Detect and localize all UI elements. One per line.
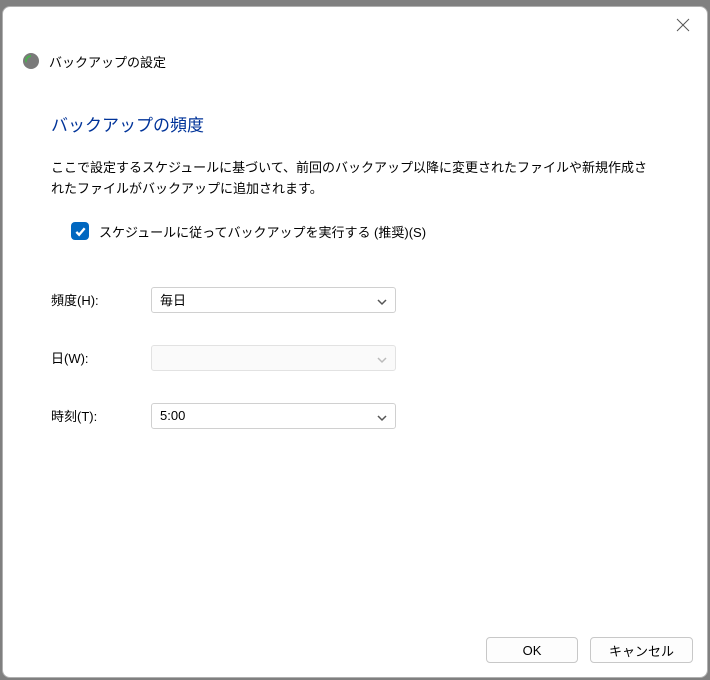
chevron-down-icon	[377, 411, 387, 421]
ok-button-label: OK	[523, 643, 542, 658]
backup-icon	[21, 51, 41, 71]
day-dropdown	[151, 345, 396, 371]
header: バックアップの設定	[3, 43, 707, 89]
time-dropdown[interactable]: 5:00	[151, 403, 396, 429]
schedule-checkbox-label: スケジュールに従ってバックアップを実行する (推奨)(S)	[99, 222, 426, 241]
content-area: バックアップの頻度 ここで設定するスケジュールに基づいて、前回のバックアップ以降…	[3, 89, 707, 623]
footer: OK キャンセル	[3, 623, 707, 677]
window-title: バックアップの設定	[49, 52, 166, 71]
frequency-label: 頻度(H):	[51, 290, 151, 309]
time-label: 時刻(T):	[51, 406, 151, 425]
time-row: 時刻(T): 5:00	[51, 403, 659, 429]
page-heading: バックアップの頻度	[51, 111, 659, 136]
dialog-window: バックアップの設定 バックアップの頻度 ここで設定するスケジュールに基づいて、前…	[2, 6, 708, 678]
close-button[interactable]	[675, 17, 691, 33]
titlebar	[3, 7, 707, 43]
cancel-button[interactable]: キャンセル	[590, 637, 693, 663]
checkmark-icon	[74, 225, 87, 238]
day-row: 日(W):	[51, 345, 659, 371]
cancel-button-label: キャンセル	[609, 641, 674, 660]
time-value: 5:00	[160, 408, 185, 423]
ok-button[interactable]: OK	[486, 637, 578, 663]
day-label: 日(W):	[51, 348, 151, 367]
schedule-checkbox-row: スケジュールに従ってバックアップを実行する (推奨)(S)	[71, 222, 659, 241]
schedule-checkbox[interactable]	[71, 222, 89, 240]
frequency-row: 頻度(H): 毎日	[51, 287, 659, 313]
close-icon	[675, 17, 691, 33]
description-text: ここで設定するスケジュールに基づいて、前回のバックアップ以降に変更されたファイル…	[51, 158, 659, 200]
frequency-value: 毎日	[160, 290, 186, 309]
chevron-down-icon	[377, 353, 387, 363]
chevron-down-icon	[377, 295, 387, 305]
frequency-dropdown[interactable]: 毎日	[151, 287, 396, 313]
